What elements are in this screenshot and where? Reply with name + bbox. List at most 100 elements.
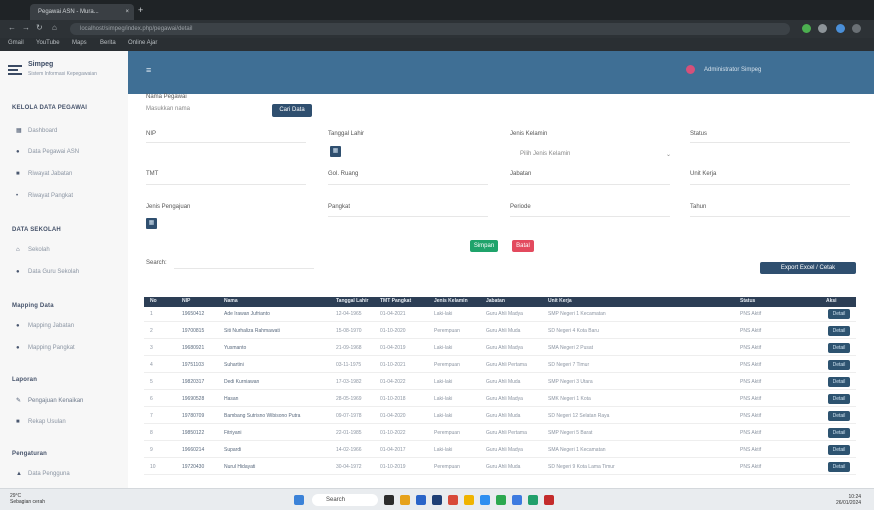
table-cell: 01-04-2019 <box>380 345 406 351</box>
whatsapp-icon[interactable] <box>496 495 506 505</box>
extension-icon[interactable] <box>818 24 827 33</box>
column-header[interactable]: Status <box>740 298 755 304</box>
column-header[interactable]: Tanggal Lahir <box>336 298 368 304</box>
table-cell: SMA Negeri 1 Kecamatan <box>548 447 606 453</box>
table-cell: Guru Ahli Madya <box>486 345 523 351</box>
sidebar-item-mapping-jabatan[interactable]: ● Mapping Jabatan <box>16 323 74 329</box>
app-icon[interactable] <box>512 495 522 505</box>
sidebar-item-pengajuan[interactable]: ✎ Pengajuan Kenaikan <box>16 397 83 404</box>
sidebar-item-dashboard[interactable]: ▦ Dashboard <box>16 127 57 134</box>
user-name[interactable]: Administrator Simpeg <box>704 67 761 73</box>
column-header[interactable]: Jabatan <box>486 298 505 304</box>
sidebar-item-rekap[interactable]: ■ Rekap Usulan <box>16 419 66 425</box>
file-explorer-icon[interactable] <box>400 495 410 505</box>
detail-button[interactable]: Detail <box>828 343 850 353</box>
detail-button[interactable]: Detail <box>828 411 850 421</box>
calendar-icon[interactable]: ▦ <box>330 146 341 157</box>
column-header[interactable]: Jenis Kelamin <box>434 298 468 304</box>
sidebar-item-guru[interactable]: ● Data Guru Sekolah <box>16 269 79 275</box>
nama-input[interactable]: Masukkan nama <box>146 106 190 112</box>
sidebar-section: KELOLA DATA PEGAWAI <box>12 105 88 111</box>
column-header[interactable]: Unit Kerja <box>548 298 572 304</box>
table-cell: 17-03-1982 <box>336 379 362 385</box>
bookmark-item[interactable]: Berita <box>100 40 116 46</box>
table-cell: 19680921 <box>182 345 205 351</box>
store-icon[interactable] <box>432 495 442 505</box>
app-icon[interactable] <box>528 495 538 505</box>
chevron-down-icon[interactable]: ⌄ <box>666 151 671 158</box>
system-clock[interactable]: 10:24 26/01/2024 <box>836 494 861 506</box>
sidebar-item-pengguna[interactable]: ▲ Data Pengguna <box>16 471 70 477</box>
extension-icon[interactable] <box>802 24 811 33</box>
calendar-icon[interactable]: ▦ <box>146 218 157 229</box>
windows-taskbar: 29°C Sebagian cerah Search 10:24 26/01/2… <box>0 488 874 510</box>
table-cell: 19720430 <box>182 464 205 470</box>
table-row: 7 19780709 Bambang Sutrisno Wibisono Putra… <box>144 410 856 424</box>
column-header[interactable]: NIP <box>182 298 190 304</box>
column-header[interactable]: Nama <box>224 298 238 304</box>
table-cell: Laki-laki <box>434 379 453 385</box>
app-icon[interactable] <box>544 495 554 505</box>
column-header[interactable]: Aksi <box>826 298 837 304</box>
detail-button[interactable]: Detail <box>828 462 850 472</box>
taskbar-search[interactable]: Search <box>312 494 378 506</box>
back-icon[interactable]: ← <box>8 23 16 32</box>
app-icon[interactable] <box>464 495 474 505</box>
field-label: TMT <box>146 171 159 177</box>
cari-button[interactable]: Cari Data <box>272 104 312 117</box>
column-header[interactable]: TMT Pangkat <box>380 298 411 304</box>
start-icon[interactable] <box>294 495 304 505</box>
batal-button[interactable]: Batal <box>512 240 534 252</box>
school-icon: ⌂ <box>16 247 20 253</box>
app-icon[interactable] <box>480 495 490 505</box>
table-cell: Ade Irawan Jufrianto <box>224 311 270 317</box>
search-input[interactable] <box>174 268 314 269</box>
user-avatar-icon[interactable] <box>686 65 695 74</box>
sidebar-item-riwayat-pangkat[interactable]: • Riwayat Pangkat <box>16 193 73 199</box>
detail-button[interactable]: Detail <box>828 428 850 438</box>
jenis-kelamin-select[interactable]: Pilih Jenis Kelamin <box>520 151 570 157</box>
edge-icon[interactable] <box>416 495 426 505</box>
table-row: 2 19700815 Siti Nurhaliza Rahmawati 15-08-1… <box>144 325 856 339</box>
input-underline <box>146 142 306 143</box>
weather-widget[interactable]: 29°C Sebagian cerah <box>10 493 45 505</box>
url-input[interactable]: localhost/simpeg/index.php/pegawai/detai… <box>70 23 790 35</box>
dot-icon: ● <box>16 345 20 351</box>
sidebar-item-mapping-pangkat[interactable]: ● Mapping Pangkat <box>16 345 75 351</box>
bookmark-item[interactable]: Maps <box>72 40 87 46</box>
simpan-button[interactable]: Simpan <box>470 240 498 252</box>
browser-tab[interactable]: Pegawai ASN - Mura... × <box>30 4 134 20</box>
table-cell: PNS Aktif <box>740 328 762 334</box>
close-tab-icon[interactable]: × <box>125 4 129 20</box>
taskview-icon[interactable] <box>384 495 394 505</box>
detail-button[interactable]: Detail <box>828 326 850 336</box>
table-cell: Bambang Sutrisno Wibisono Putra <box>224 413 301 419</box>
bookmark-item[interactable]: YouTube <box>36 40 60 46</box>
forward-icon[interactable]: → <box>22 23 30 32</box>
new-tab-button[interactable]: + <box>138 5 143 15</box>
table-row: 10 19720430 Nurul Hidayati 30-04-1972 01-10-… <box>144 461 856 475</box>
input-underline <box>690 142 850 143</box>
detail-button[interactable]: Detail <box>828 377 850 387</box>
browser-menu-icon[interactable] <box>852 24 861 33</box>
bookmark-item[interactable]: Online Ajar <box>128 40 157 46</box>
detail-button[interactable]: Detail <box>828 309 850 319</box>
field-label: Tanggal Lahir <box>328 131 365 137</box>
bookmark-item[interactable]: Gmail <box>8 40 24 46</box>
sidebar-item-sekolah[interactable]: ⌂ Sekolah <box>16 247 50 253</box>
export-button[interactable]: Export Excel / Cetak <box>760 262 856 274</box>
sidebar-item-riwayat-jabatan[interactable]: ■ Riwayat Jabatan <box>16 171 72 177</box>
home-icon[interactable]: ⌂ <box>52 23 57 32</box>
detail-button[interactable]: Detail <box>828 394 850 404</box>
detail-button[interactable]: Detail <box>828 360 850 370</box>
sidebar-item-pegawai[interactable]: ● Data Pegawai ASN <box>16 149 79 155</box>
table-row: 5 19820317 Dedi Kurniawan 17-03-1982 01-04-2… <box>144 376 856 390</box>
field-label: Status <box>690 131 708 137</box>
input-underline <box>146 184 306 185</box>
column-header[interactable]: No <box>150 298 157 304</box>
app-icon[interactable] <box>448 495 458 505</box>
hamburger-menu-icon[interactable]: ≡ <box>146 65 151 75</box>
reload-icon[interactable]: ↻ <box>36 23 43 32</box>
detail-button[interactable]: Detail <box>828 445 850 455</box>
profile-icon[interactable] <box>836 24 845 33</box>
